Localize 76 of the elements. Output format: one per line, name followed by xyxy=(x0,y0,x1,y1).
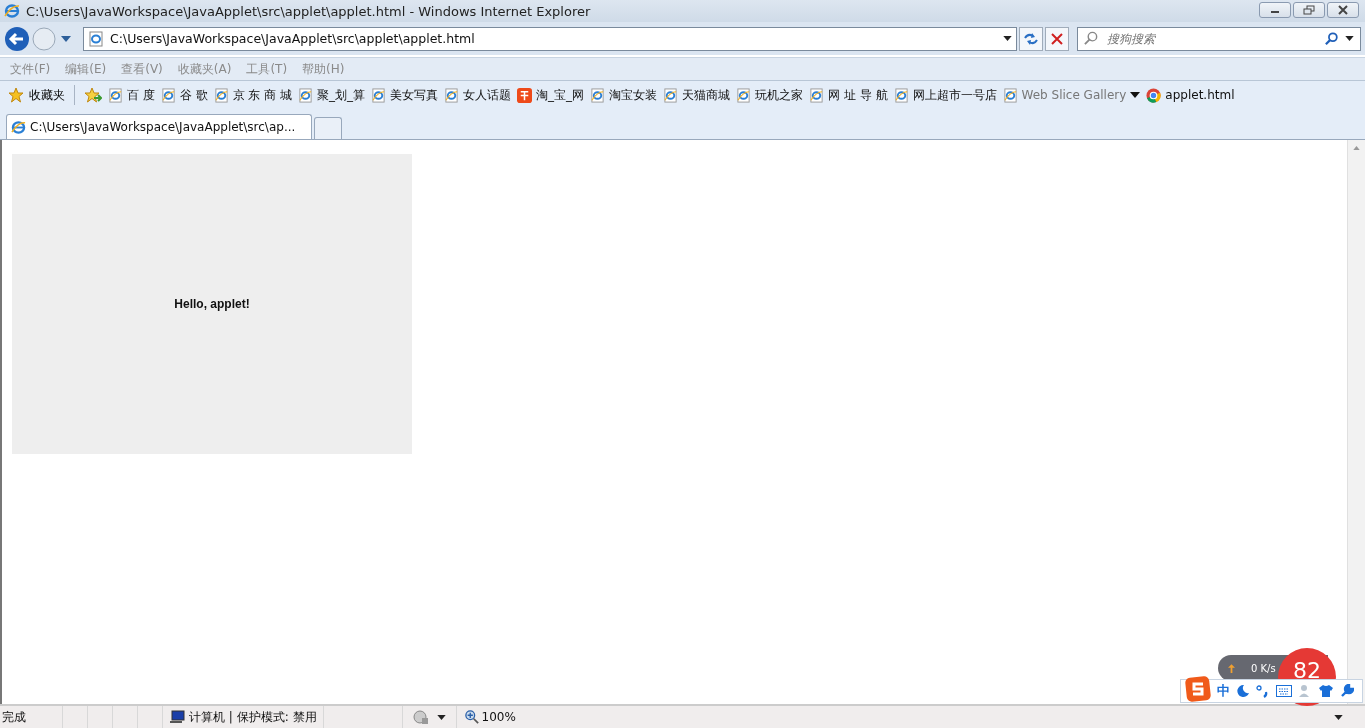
page-icon xyxy=(160,87,176,103)
page-icon xyxy=(371,87,387,103)
stop-button[interactable] xyxy=(1045,26,1069,51)
page-icon xyxy=(213,87,229,103)
upload-arrow-icon xyxy=(1228,663,1235,673)
back-button[interactable] xyxy=(4,25,30,52)
magnifier-icon xyxy=(1084,31,1099,46)
page-icon xyxy=(108,87,123,103)
zoom-level[interactable]: 100% xyxy=(481,710,516,724)
page-icon xyxy=(809,87,825,103)
restore-icon xyxy=(1303,5,1315,15)
favorite-link[interactable]: 网 址 导 航 xyxy=(809,86,888,104)
zoom-icon xyxy=(464,710,479,724)
favorite-link[interactable]: 百 度 xyxy=(108,86,155,104)
browser-logo-icon xyxy=(1146,87,1162,103)
page-icon xyxy=(893,87,909,103)
scrollbar[interactable] xyxy=(1347,140,1365,704)
search-field[interactable]: 搜狗搜索 xyxy=(1105,30,1319,47)
page-icon xyxy=(663,87,679,103)
stop-icon xyxy=(1051,32,1063,45)
input-method-logo-icon[interactable] xyxy=(1185,676,1211,702)
refresh-icon xyxy=(1023,31,1039,46)
shop-logo-icon xyxy=(517,87,533,103)
address-field[interactable]: C:\Users\JavaWorkspace\JavaApplet\src\applet\applet.html xyxy=(83,26,1017,51)
favorite-link[interactable]: 谷 歌 xyxy=(160,86,208,104)
page-icon xyxy=(444,87,460,103)
favorite-link[interactable]: 淘_宝_网 xyxy=(517,86,585,104)
speed-text: 0 K/s xyxy=(1251,662,1276,674)
page-icon xyxy=(590,87,606,103)
dropdown-caret-icon[interactable] xyxy=(1334,714,1343,720)
minimize-button[interactable] xyxy=(1259,2,1291,18)
refresh-button[interactable] xyxy=(1019,26,1043,51)
favorite-link[interactable]: 女人话题 xyxy=(444,86,512,104)
applet-text: Hello, applet! xyxy=(174,297,250,311)
lock-globe-icon[interactable] xyxy=(412,709,429,725)
shirt-icon[interactable] xyxy=(1318,684,1334,698)
wrench-icon[interactable] xyxy=(1340,684,1354,698)
browser-logo-icon xyxy=(11,119,26,135)
page-icon xyxy=(298,87,314,103)
close-icon xyxy=(1337,5,1349,15)
caret-icon xyxy=(1130,92,1141,98)
close-button[interactable] xyxy=(1327,2,1359,18)
search-box[interactable]: 搜狗搜索 xyxy=(1077,26,1361,51)
favorite-link[interactable]: 京 东 商 城 xyxy=(213,86,293,104)
favorite-link[interactable]: 玩机之家 xyxy=(736,86,804,104)
forward-circle-icon xyxy=(32,26,56,51)
scroll-up-arrow-icon[interactable] xyxy=(1353,146,1360,150)
keyboard-icon[interactable] xyxy=(1276,685,1292,697)
window-title: C:\Users\JavaWorkspace\JavaApplet\src\applet\applet.html - Windows Internet Explorer xyxy=(26,3,592,19)
page-icon xyxy=(1002,87,1018,103)
page-icon xyxy=(88,30,104,47)
dropdown-caret-icon[interactable] xyxy=(1345,36,1354,41)
search-icon[interactable] xyxy=(1325,31,1339,46)
punctuation-icon[interactable] xyxy=(1256,684,1270,698)
star-icon xyxy=(8,87,24,103)
favorite-link[interactable]: Web Slice Gallery xyxy=(1002,87,1141,103)
favorite-link[interactable]: 美女写真 xyxy=(371,86,439,104)
status-text: 完成 xyxy=(1,708,27,726)
input-mode-toggle[interactable]: 中 xyxy=(1217,682,1230,700)
favorite-link[interactable]: 聚_划_算 xyxy=(298,86,366,104)
favorite-link[interactable]: applet.html xyxy=(1146,87,1235,103)
restore-button[interactable] xyxy=(1293,2,1325,18)
dropdown-caret-icon[interactable] xyxy=(1003,36,1012,41)
memory-value: 82 xyxy=(1293,660,1321,682)
favorite-link[interactable]: 淘宝女装 xyxy=(590,86,658,104)
favorite-link[interactable]: 网上超市一号店 xyxy=(893,86,997,104)
moon-icon[interactable] xyxy=(1236,684,1250,698)
zone-text: 计算机 | 保护模式: 禁用 xyxy=(189,708,317,726)
favorite-link[interactable]: 天猫商城 xyxy=(663,86,731,104)
page-icon xyxy=(736,87,752,103)
dropdown-caret-icon[interactable] xyxy=(436,714,446,720)
add-favorite-icon[interactable] xyxy=(84,87,102,103)
browser-tab[interactable]: C:\Users\JavaWorkspace\JavaApplet\src\ap... xyxy=(6,114,312,139)
computer-icon xyxy=(169,710,185,724)
favorites-button[interactable]: 收藏夹 xyxy=(8,86,65,104)
browser-logo-icon xyxy=(4,3,20,19)
